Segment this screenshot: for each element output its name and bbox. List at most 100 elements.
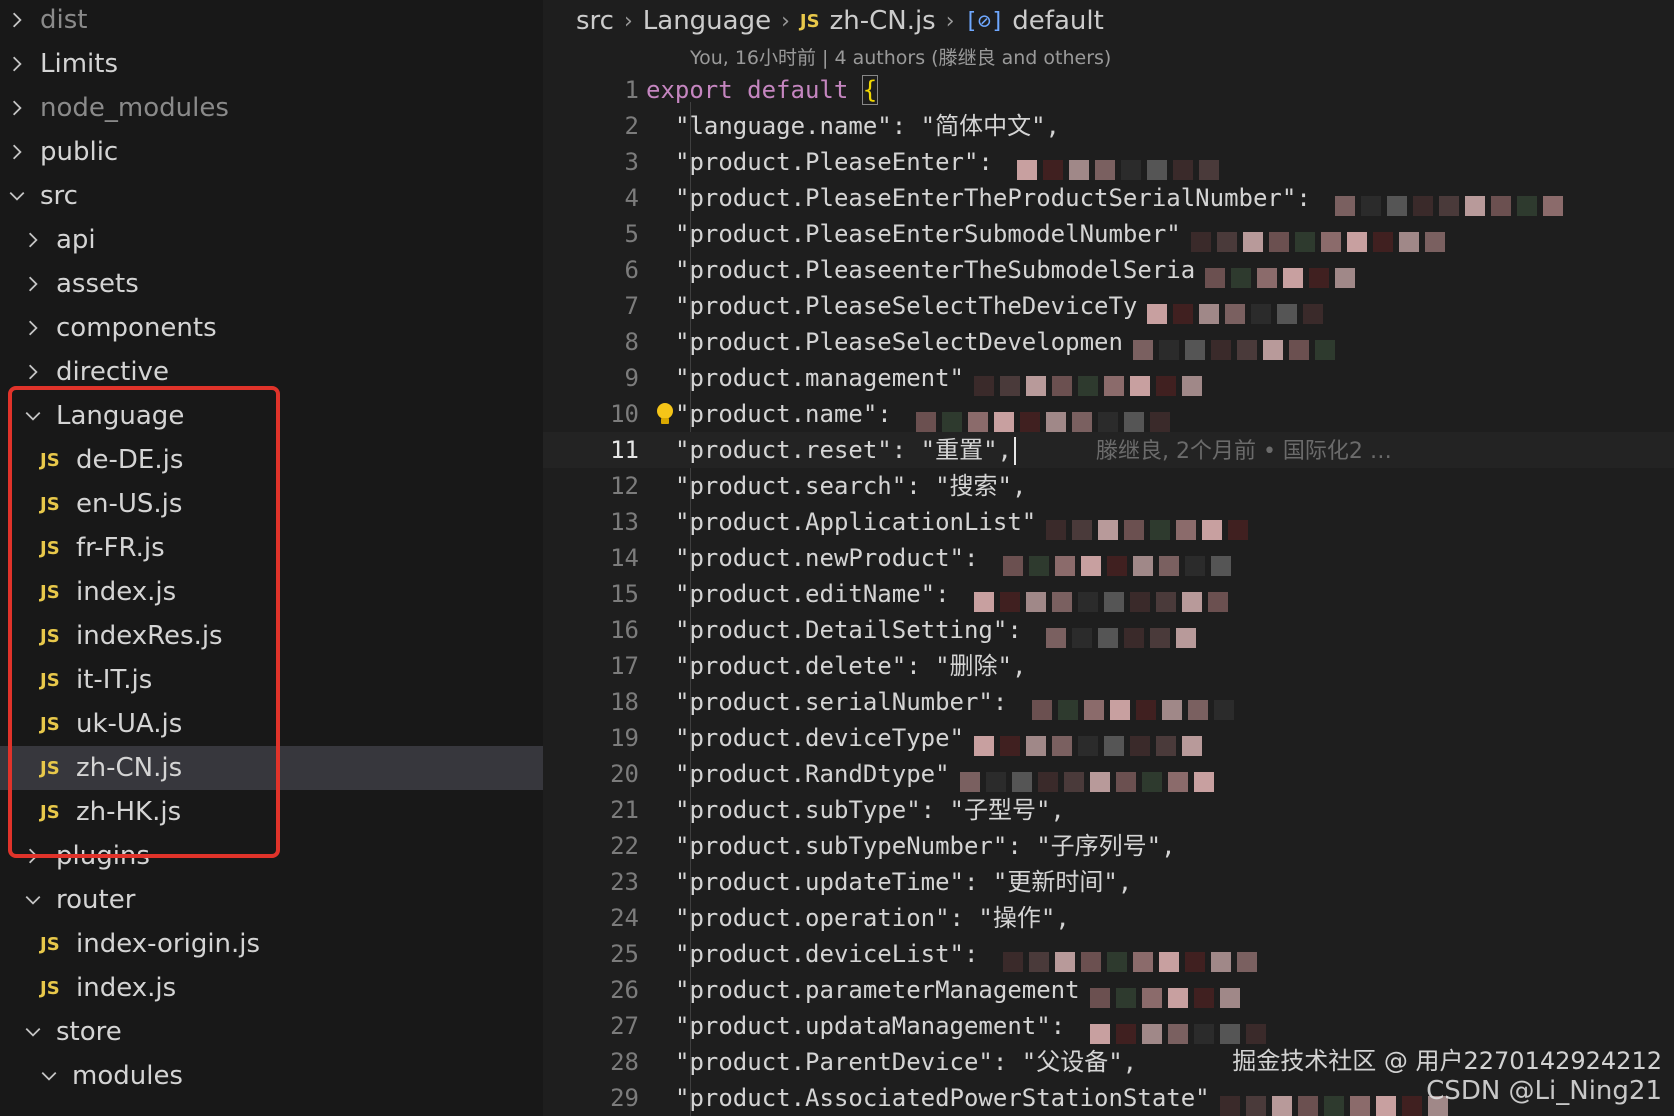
code-line[interactable]: 24 "product.operation": "操作",: [543, 900, 1674, 936]
code-text: "product.deviceList":: [675, 936, 1263, 972]
tree-file-en-us-js[interactable]: JS en-US.js: [0, 482, 543, 526]
chevron-right-icon[interactable]: [20, 843, 46, 869]
tree-file-it-it-js[interactable]: JS it-IT.js: [0, 658, 543, 702]
code-line[interactable]: 23 "product.updateTime": "更新时间",: [543, 864, 1674, 900]
code-text: "product.reset": "重置", 滕继良, 2个月前 • 国际化2 …: [675, 432, 1392, 470]
line-number: 2: [624, 112, 639, 140]
tree-file-zh-hk-js[interactable]: JS zh-HK.js: [0, 790, 543, 834]
line-number: 11: [610, 436, 639, 464]
chevron-down-icon[interactable]: [20, 403, 46, 429]
chevron-right-icon[interactable]: [20, 227, 46, 253]
tree-item-label: index-origin.js: [76, 929, 261, 959]
code-tokens: "product.parameterManagement: [675, 976, 1080, 1004]
code-line[interactable]: 21 "product.subType": "子型号",: [543, 792, 1674, 828]
breadcrumb-file[interactable]: zh-CN.js: [830, 6, 936, 36]
breadcrumb-language[interactable]: Language: [643, 6, 771, 36]
codelens-blame[interactable]: You, 16小时前 | 4 authors (滕继良 and others): [690, 42, 1111, 70]
tree-item-label: dist: [40, 5, 88, 35]
code-line[interactable]: 18 "product.serialNumber":: [543, 684, 1674, 720]
tree-folder-assets[interactable]: assets: [0, 262, 543, 306]
code-text: "product.PleaseSelectDevelopmen: [675, 324, 1341, 360]
tree-item-label: indexRes.js: [76, 621, 223, 651]
chevron-right-icon[interactable]: [20, 315, 46, 341]
js-file-icon: JS: [40, 449, 60, 471]
code-tokens: "product.operation": "操作",: [675, 904, 1070, 932]
tree-file-zh-cn-js[interactable]: JS zh-CN.js: [0, 746, 543, 790]
pixelated-redaction: [973, 727, 1208, 756]
tree-folder-directive[interactable]: directive: [0, 350, 543, 394]
code-editor[interactable]: src › Language › JS zh-CN.js › [⊘] defau…: [543, 0, 1674, 1116]
line-number: 6: [624, 256, 639, 284]
pixelated-redaction: [1017, 151, 1225, 180]
lightbulb-icon[interactable]: [654, 402, 676, 426]
code-line[interactable]: 4 "product.PleaseEnterTheProductSerialNum…: [543, 180, 1674, 216]
tree-folder-public[interactable]: public: [0, 130, 543, 174]
tree-folder-router[interactable]: router: [0, 878, 543, 922]
tree-file-index-js[interactable]: JS index.js: [0, 966, 543, 1010]
tree-folder-store[interactable]: store: [0, 1010, 543, 1054]
code-line[interactable]: 26 "product.parameterManagement: [543, 972, 1674, 1008]
line-number: 3: [624, 148, 639, 176]
code-line[interactable]: 1 export default {: [543, 72, 1674, 108]
code-line[interactable]: 13 "product.ApplicationList": [543, 504, 1674, 540]
chevron-down-icon[interactable]: [20, 887, 46, 913]
code-line[interactable]: 11 "product.reset": "重置", 滕继良, 2个月前 • 国际化2…: [543, 432, 1674, 468]
line-number: 21: [610, 796, 639, 824]
tree-file-de-de-js[interactable]: JS de-DE.js: [0, 438, 543, 482]
chevron-down-icon[interactable]: [20, 1019, 46, 1045]
code-line[interactable]: 16 "product.DetailSetting":: [543, 612, 1674, 648]
code-line[interactable]: 27 "product.updataManagement":: [543, 1008, 1674, 1044]
code-line[interactable]: 15 "product.editName":: [543, 576, 1674, 612]
chevron-right-icon[interactable]: [4, 95, 30, 121]
code-text: "product.AssociatedPowerStationState": [675, 1080, 1454, 1116]
code-line[interactable]: 7 "product.PleaseSelectTheDeviceTy: [543, 288, 1674, 324]
tree-folder-language[interactable]: Language: [0, 394, 543, 438]
chevron-right-icon[interactable]: [4, 7, 30, 33]
code-line[interactable]: 12 "product.search": "搜索",: [543, 468, 1674, 504]
tree-folder-node-modules[interactable]: node_modules: [0, 86, 543, 130]
code-line[interactable]: 25 "product.deviceList":: [543, 936, 1674, 972]
breadcrumb: src › Language › JS zh-CN.js › [⊘] defau…: [576, 0, 1104, 42]
tree-file-uk-ua-js[interactable]: JS uk-UA.js: [0, 702, 543, 746]
code-line[interactable]: 19 "product.deviceType": [543, 720, 1674, 756]
chevron-down-icon[interactable]: [36, 1063, 62, 1089]
code-line[interactable]: 20 "product.RandDtype": [543, 756, 1674, 792]
tree-file-indexres-js[interactable]: JS indexRes.js: [0, 614, 543, 658]
breadcrumb-src[interactable]: src: [576, 6, 614, 36]
code-line[interactable]: 17 "product.delete": "删除",: [543, 648, 1674, 684]
chevron-right-icon[interactable]: [4, 51, 30, 77]
js-file-icon: JS: [40, 933, 60, 955]
breadcrumb-symbol[interactable]: default: [1012, 6, 1103, 36]
tree-folder-limits[interactable]: Limits: [0, 42, 543, 86]
watermark-csdn: CSDN @Li_Ning21: [1426, 1076, 1662, 1106]
chevron-right-icon[interactable]: [20, 359, 46, 385]
tree-folder-dist[interactable]: dist: [0, 0, 543, 42]
tree-folder-modules[interactable]: modules: [0, 1054, 543, 1098]
code-line[interactable]: 3 "product.PleaseEnter":: [543, 144, 1674, 180]
tree-file-index-js[interactable]: JS index.js: [0, 570, 543, 614]
pixelated-redaction: [1190, 223, 1451, 252]
code-line[interactable]: 10 "product.name":: [543, 396, 1674, 432]
pixelated-redaction: [1335, 187, 1569, 216]
code-line[interactable]: 5 "product.PleaseEnterSubmodelNumber": [543, 216, 1674, 252]
tree-folder-components[interactable]: components: [0, 306, 543, 350]
code-line[interactable]: 2 "language.name": "简体中文",: [543, 108, 1674, 144]
code-line[interactable]: 9 "product.management": [543, 360, 1674, 396]
chevron-right-icon[interactable]: [20, 271, 46, 297]
code-text: "product.serialNumber":: [675, 684, 1240, 720]
code-line[interactable]: 14 "product.newProduct":: [543, 540, 1674, 576]
tree-file-index-origin-js[interactable]: JS index-origin.js: [0, 922, 543, 966]
tree-file-fr-fr-js[interactable]: JS fr-FR.js: [0, 526, 543, 570]
js-file-icon: JS: [40, 977, 60, 999]
code-line[interactable]: 22 "product.subTypeNumber": "子序列号",: [543, 828, 1674, 864]
chevron-down-icon[interactable]: [4, 183, 30, 209]
chevron-right-icon[interactable]: [4, 139, 30, 165]
tree-folder-plugins[interactable]: plugins: [0, 834, 543, 878]
code-tokens: "product.management": [675, 364, 964, 392]
tree-item-label: api: [56, 225, 96, 255]
code-line[interactable]: 8 "product.PleaseSelectDevelopmen: [543, 324, 1674, 360]
tree-folder-api[interactable]: api: [0, 218, 543, 262]
tree-folder-src[interactable]: src: [0, 174, 543, 218]
code-tokens: "product.newProduct":: [675, 544, 993, 572]
code-line[interactable]: 6 "product.PleaseenterTheSubmodelSeria: [543, 252, 1674, 288]
